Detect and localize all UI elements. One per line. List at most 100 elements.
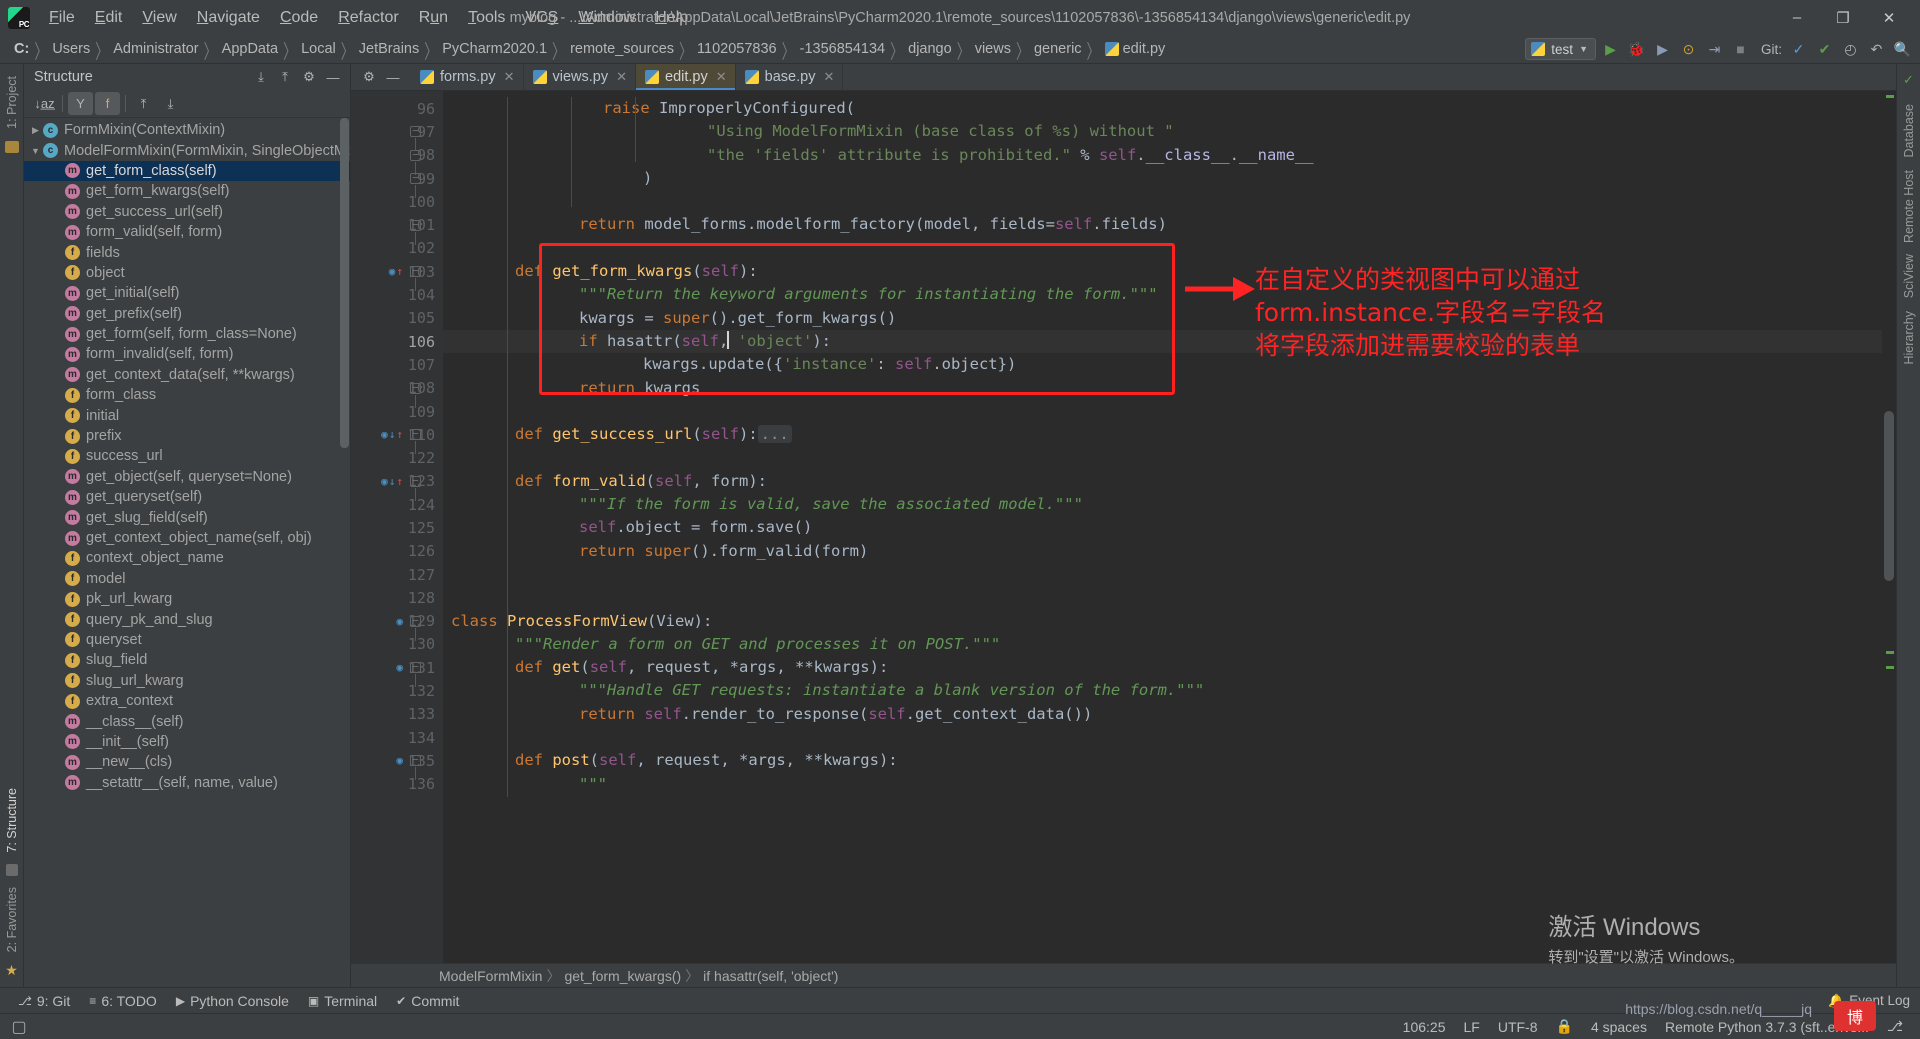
chevron-down-icon[interactable]: ▼ (28, 146, 43, 156)
gutter-line-127[interactable]: 127 (351, 563, 443, 586)
gutter-line-130[interactable]: 130 (351, 633, 443, 656)
gutter-line-101[interactable]: –101 (351, 213, 443, 245)
hide-panel-icon[interactable]: — (322, 66, 344, 88)
breadcrumb-item-administrator[interactable]: Administrator (109, 40, 202, 58)
menu-navigate[interactable]: Navigate (188, 6, 269, 30)
structure-tree-item[interactable]: f queryset (24, 630, 350, 650)
tool-window-6--todo[interactable]: ≡ 6: TODO (81, 991, 165, 1011)
menu-file[interactable]: File (40, 6, 84, 30)
structure-tree-item[interactable]: m __setattr__(self, name, value) (24, 773, 350, 793)
gutter-line-107[interactable]: 107 (351, 353, 443, 376)
minimize-button[interactable]: – (1774, 1, 1820, 35)
code-fold-icon[interactable]: – (410, 382, 421, 408)
gutter-line-103[interactable]: ◉ ↑ –103 (351, 260, 443, 292)
menu-refactor[interactable]: Refactor (329, 6, 407, 30)
gutter-line-108[interactable]: –108 (351, 377, 443, 408)
attach-to-process-button[interactable]: ⇥ (1703, 38, 1726, 61)
close-button[interactable]: ✕ (1866, 1, 1912, 35)
gutter-marker-icon[interactable]: ◉ (396, 661, 403, 674)
breadcrumb-item-generic[interactable]: generic (1030, 40, 1086, 58)
gutter-line-129[interactable]: ◉ –129 (351, 610, 443, 641)
breadcrumb-item-remote-sources[interactable]: remote_sources (566, 40, 678, 58)
structure-tree-item[interactable]: f success_url (24, 446, 350, 466)
breadcrumb-item-views[interactable]: views (971, 40, 1015, 58)
structure-tree-item[interactable]: f initial (24, 405, 350, 425)
gutter-line-97[interactable]: –97 (351, 120, 443, 152)
gutter-line-128[interactable]: 128 (351, 586, 443, 609)
search-everywhere-icon[interactable]: 🔍 (1891, 38, 1914, 61)
tool-window-9--git[interactable]: ⎇ 9: Git (10, 991, 78, 1011)
gutter-line-132[interactable]: 132 (351, 679, 443, 702)
menu-view[interactable]: View (133, 6, 185, 30)
editor-gutter[interactable]: 96 –97–98–99 100 –101 102 ◉ ↑ –103 104 105 106 107 –… (351, 91, 443, 963)
breadcrumb-item--1356854134[interactable]: -1356854134 (796, 40, 889, 58)
chevron-right-icon[interactable]: ▶ (28, 125, 43, 136)
gutter-marker-icon[interactable]: ◉ ↓ ↑ (381, 475, 403, 488)
code-content[interactable]: raise ImproperlyConfigured( "Using Model… (443, 91, 1882, 963)
sidebar-item-structure[interactable]: 7: Structure (2, 782, 22, 859)
structure-tree-item[interactable]: m __class__(self) (24, 711, 350, 731)
structure-tree-item[interactable]: m get_context_data(self, **kwargs) (24, 365, 350, 385)
editor-tab-forms-py[interactable]: forms.py ✕ (411, 64, 524, 90)
code-fold-icon[interactable]: – (410, 662, 421, 688)
profile-button[interactable]: ⊙ (1677, 38, 1700, 61)
code-fold-icon[interactable]: – (410, 615, 421, 641)
structure-tree-item[interactable]: f fields (24, 242, 350, 262)
structure-scrollbar[interactable] (340, 118, 349, 448)
event-log-area[interactable]: 🔔 Event Log (1828, 993, 1910, 1009)
sidebar-item-database[interactable]: Database (1899, 98, 1919, 164)
gutter-line-98[interactable]: –98 (351, 144, 443, 175)
maximize-button[interactable]: ❐ (1820, 1, 1866, 35)
tab-close-icon[interactable]: ✕ (823, 69, 834, 85)
gutter-line-124[interactable]: 124 (351, 493, 443, 516)
indent-setting[interactable]: 4 spaces (1582, 1017, 1656, 1037)
gutter-line-102[interactable]: 102 (351, 237, 443, 260)
structure-tree-item[interactable]: f slug_url_kwarg (24, 671, 350, 691)
gutter-marker-icon[interactable]: ◉ ↑ (389, 265, 403, 278)
line-separator[interactable]: LF (1454, 1017, 1488, 1037)
structure-tree-item[interactable]: f slug_field (24, 650, 350, 670)
gutter-line-96[interactable]: 96 (351, 97, 443, 120)
structure-tree-item[interactable]: f pk_url_kwarg (24, 589, 350, 609)
breadcrumb-item-django[interactable]: django (904, 40, 956, 58)
sidebar-item-remote-host[interactable]: Remote Host (1899, 164, 1919, 249)
git-history-icon[interactable]: ◴ (1839, 38, 1862, 61)
tab-close-icon[interactable]: ✕ (716, 69, 727, 85)
structure-tree-item[interactable]: m get_form_kwargs(self) (24, 181, 350, 201)
tool-window-terminal[interactable]: ▣ Terminal (300, 991, 385, 1011)
breadcrumb-item-1102057836[interactable]: 1102057836 (693, 40, 781, 58)
gutter-marker-icon[interactable]: ◉ (396, 615, 403, 628)
editor-breadcrumb-item[interactable]: get_form_kwargs() (564, 968, 681, 984)
structure-tree-item[interactable]: f prefix (24, 426, 350, 446)
editor-scrollbar[interactable] (1882, 91, 1896, 963)
breadcrumb-item-c-[interactable]: C: (10, 40, 33, 58)
gutter-marker-icon[interactable]: ◉ (396, 754, 403, 767)
gutter-line-133[interactable]: 133 (351, 703, 443, 726)
gutter-line-104[interactable]: 104 (351, 283, 443, 306)
sidebar-item-hierarchy[interactable]: Hierarchy (1899, 305, 1919, 371)
menu-run[interactable]: Run (410, 6, 457, 30)
file-encoding[interactable]: UTF-8 (1489, 1017, 1547, 1037)
gutter-line-134[interactable]: 134 (351, 726, 443, 749)
menu-window[interactable]: Window (569, 6, 644, 30)
tab-close-icon[interactable]: ✕ (504, 69, 515, 85)
structure-tree-item[interactable]: f model (24, 569, 350, 589)
stop-button[interactable]: ■ (1729, 38, 1752, 61)
run-configuration-selector[interactable]: test ▼ (1525, 38, 1596, 60)
breadcrumb-item-jetbrains[interactable]: JetBrains (355, 40, 423, 58)
show-fields-button[interactable]: f (95, 92, 120, 115)
gutter-line-125[interactable]: 125 (351, 516, 443, 539)
structure-tree-item[interactable]: f query_pk_and_slug (24, 609, 350, 629)
structure-tree-item[interactable]: ▶ c FormMixin(ContextMixin) (24, 120, 350, 140)
menu-tools[interactable]: Tools (459, 6, 514, 30)
editor-scroll-thumb[interactable] (1884, 411, 1894, 581)
gutter-line-106[interactable]: 106 (351, 330, 443, 353)
editor-breadcrumb-item[interactable]: ModelFormMixin (439, 968, 542, 984)
editor-settings-gear-icon[interactable]: ⚙ (358, 66, 380, 88)
structure-tree-item[interactable]: f object (24, 263, 350, 283)
editor-tab-views-py[interactable]: views.py ✕ (523, 64, 637, 90)
structure-tree-item[interactable]: m get_form_class(self) (24, 160, 350, 182)
editor-hide-icon[interactable]: — (382, 66, 404, 88)
structure-tree-item[interactable]: m get_object(self, queryset=None) (24, 467, 350, 487)
scroll-from-source-button[interactable]: ⤒ (131, 92, 156, 115)
